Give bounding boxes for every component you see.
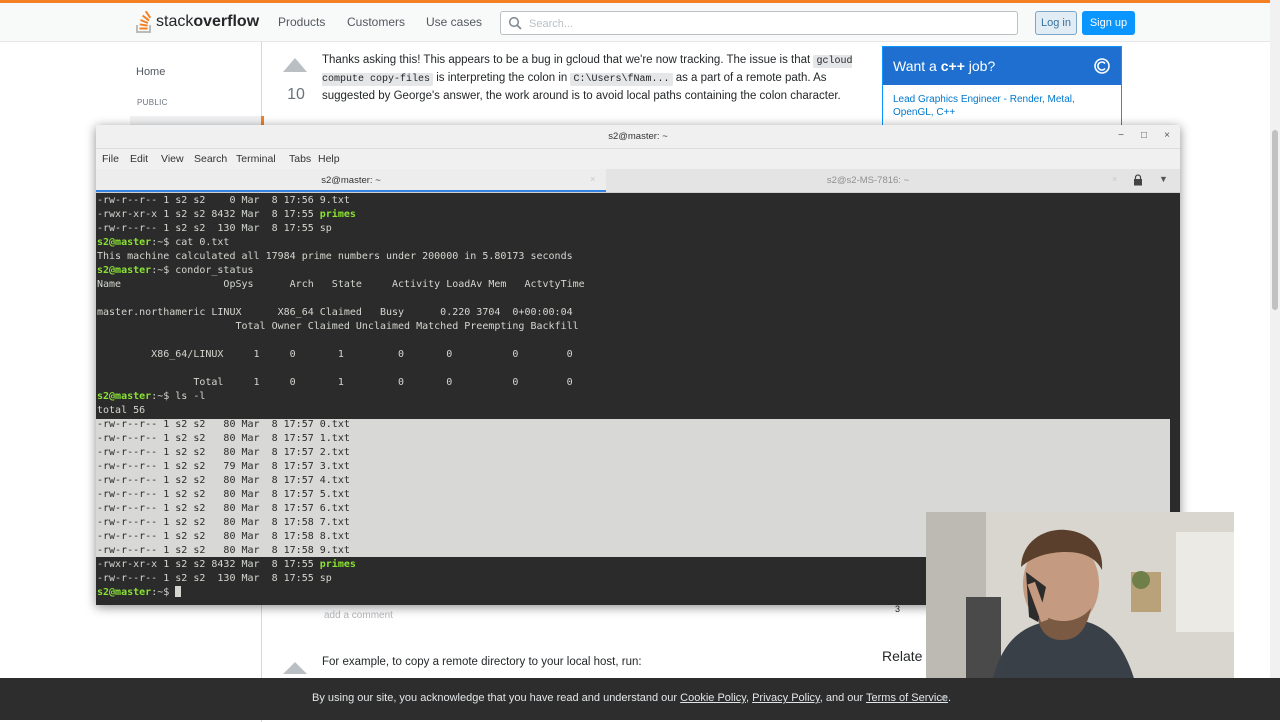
terminal-line: -rwxr-xr-x 1 s2 s2 8432 Mar 8 17:55 prim… [97,209,356,220]
minimize-icon[interactable]: − [1115,130,1127,142]
webcam-overlay [926,512,1234,685]
terminal-line: -rw-r--r-- 1 s2 s2 80 Mar 8 17:57 5.txt [97,489,350,500]
terminal-tabbar: s2@master: ~ × s2@s2-MS-7816: ~ × ▼ [96,169,1180,193]
upvote-button[interactable] [283,662,307,674]
privacy-policy-link[interactable]: Privacy Policy [752,692,820,704]
sidebar-section-public: PUBLIC [137,98,168,107]
menu-terminal[interactable]: Terminal [236,153,276,165]
terminal-menubar: File Edit View Search Terminal Tabs Help [96,149,1180,169]
cookie-policy-link[interactable]: Cookie Policy [680,692,746,704]
terminal-line: -rw-r--r-- 1 s2 s2 130 Mar 8 17:55 sp [97,573,332,584]
terminal-line: -rw-r--r-- 1 s2 s2 130 Mar 8 17:55 sp [97,223,332,234]
terminal-line: -rwxr-xr-x 1 s2 s2 8432 Mar 8 17:55 prim… [97,559,356,570]
menu-search[interactable]: Search [194,153,227,165]
tab-close-icon[interactable]: × [1112,174,1117,184]
terminal-line: -rw-r--r-- 1 s2 s2 80 Mar 8 17:57 0.txt [97,419,350,430]
chevron-down-icon[interactable]: ▼ [1159,174,1168,184]
search-icon [508,16,522,30]
cursor [175,586,182,597]
prompt-user: s2@master [97,587,152,598]
cookie-banner: By using our site, you acknowledge that … [0,678,1280,720]
tab-label: s2@master: ~ [321,175,381,186]
menu-file[interactable]: File [102,153,119,165]
presenter-video-image [926,512,1234,685]
terminal-line: This machine calculated all 17984 prime … [97,251,573,262]
executable-name: primes [319,209,356,220]
job-ad-header: Want a c++ job? [883,47,1121,85]
signup-button[interactable]: Sign up [1082,11,1135,35]
page-scrollbar-thumb[interactable] [1272,130,1278,310]
terminal-line: -rw-r--r-- 1 s2 s2 80 Mar 8 17:57 1.txt [97,433,350,444]
prompt-user: s2@master [97,265,152,276]
terminal-titlebar[interactable]: s2@master: ~ − □ × [96,125,1180,149]
job-ad[interactable]: Want a c++ job? Lead Graphics Engineer -… [882,46,1122,126]
sidebar-item-home[interactable]: Home [136,66,165,78]
terminal-line: -rw-r--r-- 1 s2 s2 80 Mar 8 17:58 8.txt [97,531,350,542]
terminal-line: total 56 [97,405,146,416]
answer-body: Thanks asking this! This appears to be a… [322,54,853,102]
terminal-line: -rw-r--r-- 1 s2 s2 80 Mar 8 17:58 9.txt [97,545,350,556]
terminal-line: Total Owner Claimed Unclaimed Matched Pr… [97,321,579,332]
terminal-line: -rw-r--r-- 1 s2 s2 80 Mar 8 17:57 4.txt [97,475,350,486]
search-input[interactable] [527,15,1011,33]
nav-use-cases[interactable]: Use cases [426,15,482,29]
upvote-button[interactable] [283,58,307,72]
close-icon[interactable]: × [936,691,950,705]
terminal-line: -rw-r--r-- 1 s2 s2 0 Mar 8 17:56 9.txt [97,195,350,206]
maximize-icon[interactable]: □ [1138,130,1150,142]
related-heading: Relate [882,648,923,664]
tab-close-icon[interactable]: × [590,174,595,184]
menu-help[interactable]: Help [318,153,340,165]
tab-ms-7816[interactable]: s2@s2-MS-7816: ~ × [608,169,1128,192]
lock-icon[interactable] [1133,174,1143,186]
answer-body: For example, to copy a remote directory … [322,656,642,668]
nav-products[interactable]: Products [278,15,325,29]
tab-master[interactable]: s2@master: ~ × [96,169,606,192]
terminal-line: Name OpSys Arch State Activity LoadAv Me… [97,279,585,290]
terminal-line: -rw-r--r-- 1 s2 s2 80 Mar 8 17:58 7.txt [97,517,350,528]
terminal-line: master.northameric LINUX X86_64 Claimed … [97,307,573,318]
so-logo-text: stackoverflow [156,13,260,30]
executable-name: primes [319,559,356,570]
stackoverflow-logo-icon [136,11,152,33]
search-box[interactable] [500,11,1018,35]
terminal-line: s2@master:~$ condor_status [97,265,254,276]
page-scrollbar[interactable] [1270,0,1280,720]
terminal-line: s2@master:~$ cat 0.txt [97,237,230,248]
add-comment-link[interactable]: add a comment [324,610,393,621]
tab-label: s2@s2-MS-7816: ~ [826,175,910,186]
close-icon[interactable]: × [1161,130,1173,142]
terminal-line: s2@master:~$ [97,586,182,600]
related-count: 3 [895,604,901,614]
terminal-line: -rw-r--r-- 1 s2 s2 80 Mar 8 17:57 6.txt [97,503,350,514]
vote-count: 10 [287,86,305,103]
terminal-title: s2@master: ~ [608,131,668,142]
terminal-line: -rw-r--r-- 1 s2 s2 79 Mar 8 17:57 3.txt [97,461,350,472]
terminal-line: X86_64/LINUX 1 0 1 0 0 0 0 [97,349,573,360]
prompt-user: s2@master [97,391,152,402]
job-ad-link[interactable]: Lead Graphics Engineer - Render, Metal, … [893,93,1113,119]
menu-tabs[interactable]: Tabs [289,153,311,165]
nav-customers[interactable]: Customers [347,15,405,29]
job-ad-title: Want a c++ job? [893,58,996,74]
login-button[interactable]: Log in [1035,11,1077,35]
terminal-line: s2@master:~$ ls -l [97,391,206,402]
prompt-user: s2@master [97,237,152,248]
cookie-text: By using our site, you acknowledge that … [312,692,952,704]
terminal-line: Total 1 0 1 0 0 0 0 [97,377,573,388]
so-header: stackoverflow Products Customers Use cas… [0,3,1280,42]
terminal-line: -rw-r--r-- 1 s2 s2 80 Mar 8 17:57 2.txt [97,447,350,458]
so-logo[interactable]: stackoverflow [136,9,259,35]
jobs-logo-icon [1094,58,1110,74]
menu-view[interactable]: View [161,153,184,165]
inline-code: C:\Users\fNam... [570,73,673,86]
menu-edit[interactable]: Edit [130,153,148,165]
